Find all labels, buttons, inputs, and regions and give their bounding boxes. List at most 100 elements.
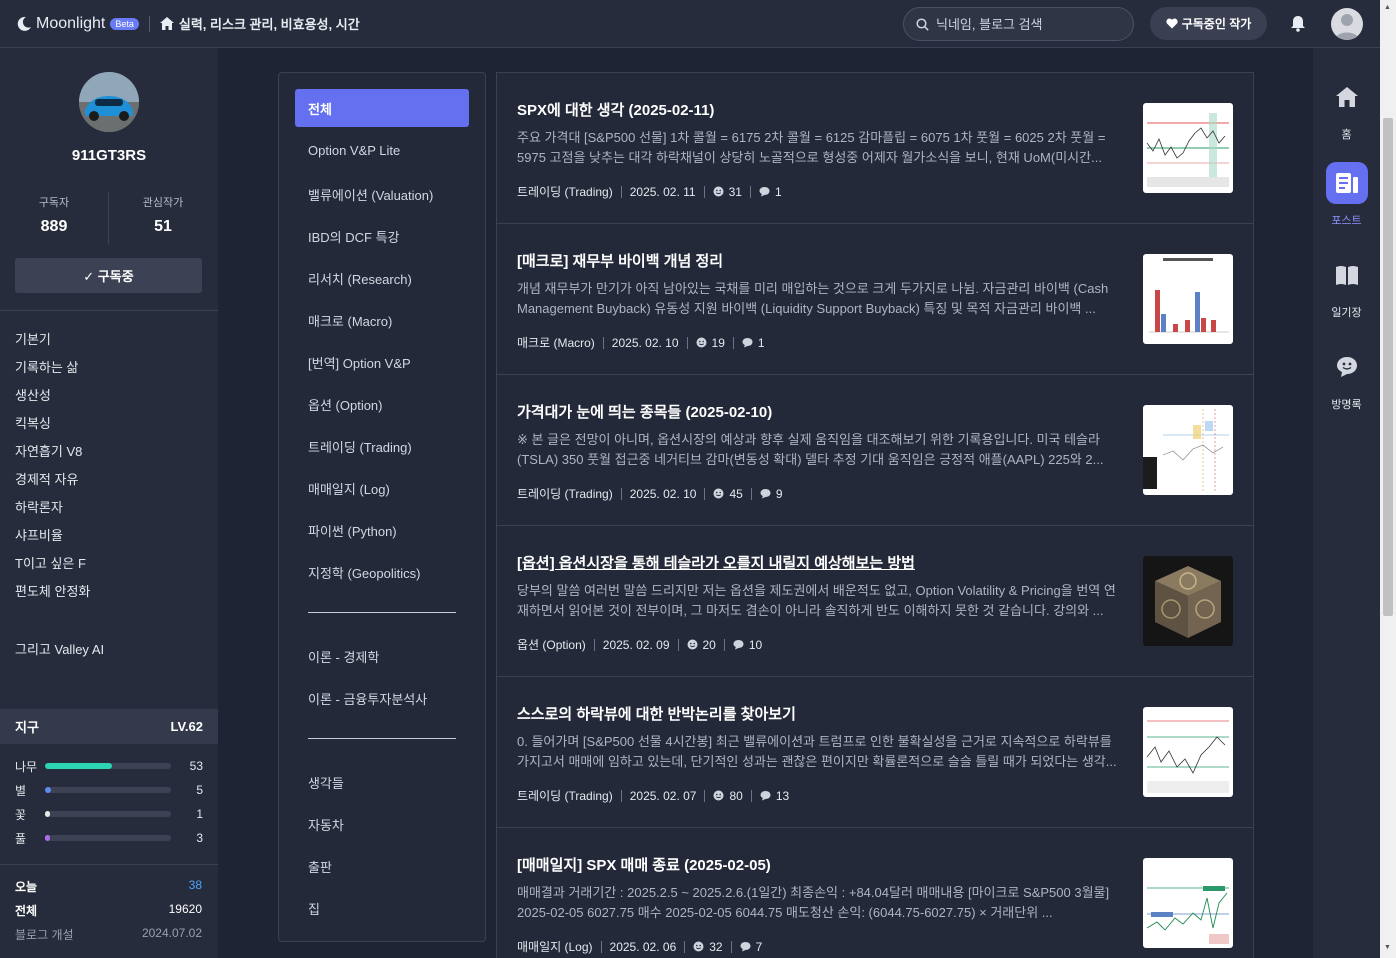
beta-badge: Beta — [110, 17, 139, 30]
nav-home[interactable]: 홈 — [1313, 76, 1380, 142]
post-thumbnail[interactable] — [1143, 103, 1233, 193]
search-input[interactable] — [936, 16, 1116, 32]
menu-item-all[interactable]: 전체 — [295, 89, 469, 127]
logo-text: Moonlight — [36, 14, 106, 32]
category-menu: 전체 Option V&P Lite 밸류에이션 (Valuation) IBD… — [278, 72, 486, 942]
comment-icon — [740, 942, 751, 952]
level-stat-track — [45, 811, 171, 817]
subscribed-authors-button[interactable]: 구독중인 작가 — [1150, 7, 1267, 40]
moon-icon — [17, 16, 31, 31]
post-thumbnail[interactable] — [1143, 858, 1233, 948]
profile-name: 911GT3RS — [71, 147, 147, 164]
post-item[interactable]: [옵션] 옵션시장을 통해 테슬라가 오를지 내릴지 예상해보는 방법 당부의 … — [497, 525, 1253, 676]
breadcrumb[interactable]: 실력, 리스크 관리, 비효용성, 시간 — [159, 14, 360, 33]
level-stat-value: 5 — [196, 783, 203, 797]
post-likes: 31 — [728, 184, 742, 199]
scroll-down-arrow[interactable]: ▼ — [1384, 944, 1391, 951]
post-title[interactable]: 스스로의 하락뷰에 대한 반박논리를 찾아보기 — [517, 703, 796, 724]
sidebar-category-item[interactable]: 샤프비율 — [15, 527, 90, 555]
nav-posts-label: 포스트 — [1331, 215, 1362, 227]
search-box[interactable] — [903, 7, 1134, 41]
bell-icon[interactable] — [1290, 15, 1306, 32]
sidebar-category-item[interactable]: 기본기 — [15, 331, 90, 359]
post-category: 트레이딩 (Trading) — [517, 789, 613, 803]
nav-posts[interactable]: 포스트 — [1313, 162, 1380, 228]
menu-item[interactable]: 집 — [308, 899, 320, 918]
menu-item[interactable]: 자동차 — [308, 815, 344, 834]
interest-label: 관심작가 — [142, 197, 184, 209]
menu-item[interactable]: 매매일지 (Log) — [308, 479, 390, 498]
page-scrollbar[interactable]: ▲ ▼ — [1380, 0, 1396, 958]
post-title[interactable]: [매매일지] SPX 매매 종료 (2025-02-05) — [517, 854, 771, 875]
post-excerpt: 주요 가격대 [S&P500 선물] 1차 콜월 = 6175 2차 콜월 = … — [517, 130, 1106, 165]
post-item[interactable]: SPX에 대한 생각 (2025-02-11) 주요 가격대 [S&P500 선… — [497, 72, 1253, 223]
car-image — [79, 72, 139, 132]
post-item[interactable]: [매크로] 재무부 바이백 개념 정리 개념 재무부가 만기가 아직 남아있는 … — [497, 223, 1253, 374]
post-title[interactable]: SPX에 대한 생각 (2025-02-11) — [517, 99, 714, 120]
post-title[interactable]: [매크로] 재무부 바이백 개념 정리 — [517, 250, 723, 271]
nav-guestbook[interactable]: 방명록 — [1313, 346, 1380, 412]
post-date: 2025. 02. 09 — [602, 637, 670, 652]
menu-item[interactable]: 매크로 (Macro) — [308, 311, 392, 330]
menu-item[interactable]: Option V&P Lite — [308, 143, 400, 158]
post-thumbnail[interactable] — [1143, 254, 1233, 344]
divider — [148, 15, 150, 32]
level-header: 지구 LV.62 — [0, 709, 218, 744]
menu-item[interactable]: 이론 - 금융투자분석사 — [308, 689, 427, 708]
menu-item[interactable]: 파이썬 (Python) — [308, 521, 397, 540]
post-likes: 45 — [729, 486, 743, 501]
post-title[interactable]: [옵션] 옵션시장을 통해 테슬라가 오를지 내릴지 예상해보는 방법 — [517, 552, 915, 573]
menu-item[interactable]: 리서치 (Research) — [308, 269, 412, 288]
user-avatar[interactable] — [1331, 8, 1363, 40]
sidebar-category-item[interactable]: 기록하는 삶 — [15, 359, 90, 387]
subscribers-label: 구독자 — [38, 197, 70, 209]
chart-thumbnail — [1146, 720, 1229, 793]
scrollbar-thumb[interactable] — [1383, 118, 1393, 616]
sidebar-category-item[interactable]: 생산성 — [15, 387, 90, 415]
sidebar-category-item[interactable]: 킥복싱 — [15, 415, 90, 443]
menu-item[interactable]: 밸류에이션 (Valuation) — [308, 185, 433, 204]
post-title[interactable]: 가격대가 눈에 띄는 종목들 (2025-02-10) — [517, 401, 772, 422]
menu-item[interactable]: IBD의 DCF 특강 — [308, 227, 400, 246]
post-meta: 매매일지 (Log) 2025. 02. 06 32 7 — [517, 938, 762, 955]
sidebar-category-valley-ai[interactable]: 그리고 Valley AI — [15, 639, 104, 658]
sidebar-category-item[interactable]: 경제적 자유 — [15, 471, 90, 499]
menu-item[interactable]: 출판 — [308, 857, 332, 876]
menu-item[interactable]: 생각들 — [308, 773, 344, 792]
profile-avatar[interactable] — [79, 72, 139, 132]
menu-item[interactable]: 지정학 (Geopolitics) — [308, 563, 420, 582]
post-item[interactable]: 가격대가 눈에 띄는 종목들 (2025-02-10) ※ 본 글은 전망이 아… — [497, 374, 1253, 525]
menu-item[interactable]: 트레이딩 (Trading) — [308, 437, 412, 456]
scroll-up-arrow[interactable]: ▲ — [1384, 4, 1391, 11]
post-thumbnail[interactable] — [1143, 556, 1233, 646]
post-likes: 80 — [729, 788, 743, 803]
level-stat-fill — [45, 763, 112, 769]
post-category: 트레이딩 (Trading) — [517, 487, 613, 501]
post-excerpt: 매매결과 거래기간 : 2025.2.5 ~ 2025.2.6.(1일간) 최종… — [517, 885, 1110, 920]
level-stat-row: 별 5 — [15, 783, 203, 798]
post-date: 2025. 02. 06 — [609, 939, 677, 954]
post-item[interactable]: 스스로의 하락뷰에 대한 반박논리를 찾아보기 0. 들어가며 [S&P500 … — [497, 676, 1253, 827]
post-item[interactable]: [매매일지] SPX 매매 종료 (2025-02-05) 매매결과 거래기간 … — [497, 827, 1253, 958]
post-date: 2025. 02. 10 — [611, 335, 679, 350]
comment-icon — [759, 187, 770, 197]
smile-icon — [713, 790, 724, 801]
sidebar-category-item[interactable]: 하락론자 — [15, 499, 90, 527]
menu-item[interactable]: [번역] Option V&P — [308, 353, 411, 372]
comment-icon — [760, 489, 771, 499]
search-icon — [916, 17, 929, 31]
menu-item[interactable]: 이론 - 경제학 — [308, 647, 379, 666]
visits-total-label: 전체 — [15, 904, 38, 918]
sidebar-category-item[interactable]: 편도체 안정화 — [15, 583, 90, 611]
post-thumbnail[interactable] — [1143, 707, 1233, 797]
logo[interactable]: Moonlight Beta — [16, 15, 139, 33]
divider — [0, 864, 218, 865]
sidebar-category-item[interactable]: T이고 싶은 F — [15, 555, 90, 583]
nav-diary[interactable]: 일기장 — [1313, 254, 1380, 320]
level-stat-track — [45, 787, 171, 793]
menu-item[interactable]: 옵션 (Option) — [308, 395, 383, 414]
subscribe-button[interactable]: ✓ 구독중 — [15, 258, 202, 293]
sidebar-category-item[interactable]: 자연흡기 V8 — [15, 443, 90, 471]
post-category: 매크로 (Macro) — [517, 336, 595, 350]
post-thumbnail[interactable] — [1143, 405, 1233, 495]
